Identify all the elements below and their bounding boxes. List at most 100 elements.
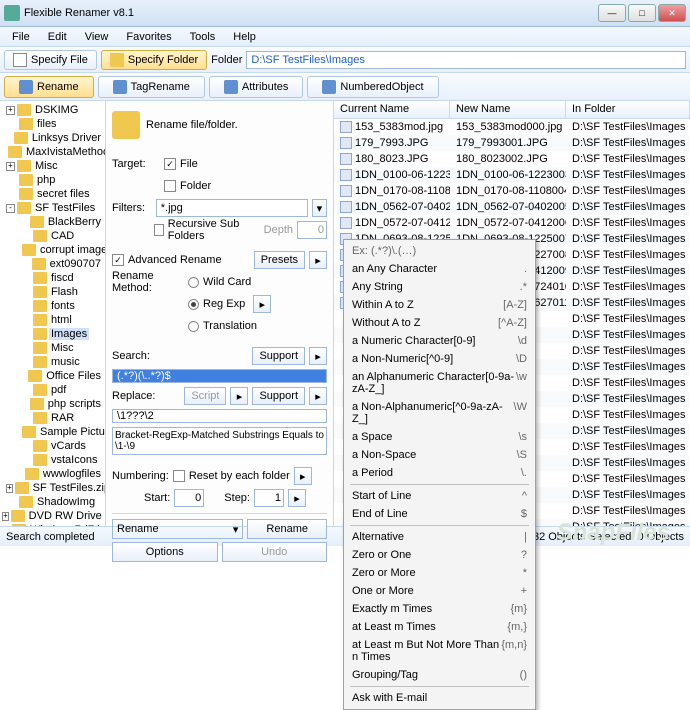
ctx-item[interactable]: Within A to Z[A-Z] xyxy=(346,296,533,314)
step-arrow-icon[interactable]: ▸ xyxy=(288,489,306,507)
ctx-item[interactable]: a Period\. xyxy=(346,464,533,482)
tree-item[interactable]: vstaIcons xyxy=(2,453,103,467)
tree-item[interactable]: +DVD RW Drive xyxy=(2,509,103,523)
ctx-item[interactable]: Alternative| xyxy=(346,528,533,546)
filters-input[interactable] xyxy=(156,199,308,217)
regexp-arrow-icon[interactable]: ▸ xyxy=(253,295,271,313)
tree-item[interactable]: +Windows7 (F:) xyxy=(2,523,103,526)
ctx-item[interactable]: a Non-Numeric[^0-9]\D xyxy=(346,350,533,368)
tree-item[interactable]: Flash xyxy=(2,285,103,299)
tree-item[interactable]: fiscd xyxy=(2,271,103,285)
ctx-item[interactable]: at Least m Times{m,} xyxy=(346,618,533,636)
tree-item[interactable]: php scripts xyxy=(2,397,103,411)
tree-item[interactable]: Office Files xyxy=(2,369,103,383)
tree-item[interactable]: Linksys Driver xyxy=(2,131,103,145)
script-button[interactable]: Script xyxy=(184,387,226,405)
undo-button[interactable]: Undo xyxy=(222,542,328,562)
menu-view[interactable]: View xyxy=(77,29,117,45)
ctx-item[interactable]: a Non-Space\S xyxy=(346,446,533,464)
menu-edit[interactable]: Edit xyxy=(40,29,75,45)
replace-support-arrow-icon[interactable]: ▸ xyxy=(309,387,327,405)
menu-help[interactable]: Help xyxy=(225,29,264,45)
ctx-item[interactable]: at Least m But Not More Than n Times{m,n… xyxy=(346,636,533,666)
tree-item[interactable]: wwwlogfiles xyxy=(2,467,103,481)
tree-item[interactable]: Misc xyxy=(2,341,103,355)
ctx-item[interactable]: a Space\s xyxy=(346,428,533,446)
depth-input[interactable] xyxy=(297,221,327,239)
numbering-arrow-icon[interactable]: ▸ xyxy=(294,467,312,485)
search-support-button[interactable]: Support xyxy=(252,347,305,365)
step-input[interactable] xyxy=(254,489,284,507)
tree-item[interactable]: CAD xyxy=(2,229,103,243)
col-new-name[interactable]: New Name xyxy=(450,101,566,118)
list-row[interactable]: 153_5383mod.jpg153_5383mod000.jpgD:\SF T… xyxy=(334,119,690,135)
close-button[interactable]: ✕ xyxy=(658,4,686,22)
tree-toggle-icon[interactable]: - xyxy=(6,204,15,213)
replace-support-button[interactable]: Support xyxy=(252,387,305,405)
tree-toggle-icon[interactable]: + xyxy=(6,162,15,171)
col-in-folder[interactable]: In Folder xyxy=(566,101,690,118)
ctx-item[interactable]: Zero or More* xyxy=(346,564,533,582)
tree-item[interactable]: -SF TestFiles xyxy=(2,201,103,215)
advanced-checkbox[interactable] xyxy=(112,254,124,266)
list-row[interactable]: 180_8023.JPG180_8023002.JPGD:\SF TestFil… xyxy=(334,151,690,167)
tree-item[interactable]: BlackBerry xyxy=(2,215,103,229)
tree-item[interactable]: ext090707 xyxy=(2,257,103,271)
ctx-item[interactable]: Without A to Z[^A-Z] xyxy=(346,314,533,332)
tree-item[interactable]: corrupt images xyxy=(2,243,103,257)
method-regexp-radio[interactable] xyxy=(188,299,199,310)
script-arrow-icon[interactable]: ▸ xyxy=(230,387,248,405)
folder-tree[interactable]: +DSKIMGfilesLinksys DriverMaxIvistaMetho… xyxy=(0,101,106,526)
tree-item[interactable]: vCards xyxy=(2,439,103,453)
tree-item[interactable]: secret files xyxy=(2,187,103,201)
maximize-button[interactable]: □ xyxy=(628,4,656,22)
tree-item[interactable]: music xyxy=(2,355,103,369)
reset-folder-checkbox[interactable] xyxy=(173,470,185,482)
tree-toggle-icon[interactable]: + xyxy=(2,512,9,521)
recursive-checkbox[interactable] xyxy=(154,224,164,236)
ctx-item[interactable]: Any String.* xyxy=(346,278,533,296)
presets-arrow-icon[interactable]: ▸ xyxy=(309,251,327,269)
method-wildcard-radio[interactable] xyxy=(188,277,199,288)
search-support-arrow-icon[interactable]: ▸ xyxy=(309,347,327,365)
tree-item[interactable]: Sample Pictures xyxy=(2,425,103,439)
tree-toggle-icon[interactable]: + xyxy=(2,526,10,527)
ctx-item[interactable]: Zero or One? xyxy=(346,546,533,564)
tree-item[interactable]: RAR xyxy=(2,411,103,425)
ctx-item[interactable]: Start of Line^ xyxy=(346,487,533,505)
options-button[interactable]: Options xyxy=(112,542,218,562)
list-row[interactable]: 1DN_0572-07-0412.JPG1DN_0572-07-0412006.… xyxy=(334,215,690,231)
start-input[interactable] xyxy=(174,489,204,507)
list-row[interactable]: 179_7993.JPG179_7993001.JPGD:\SF TestFil… xyxy=(334,135,690,151)
target-file-checkbox[interactable] xyxy=(164,158,176,170)
presets-button[interactable]: Presets xyxy=(254,251,305,269)
search-input[interactable] xyxy=(112,369,327,383)
tree-toggle-icon[interactable]: + xyxy=(6,106,15,115)
list-row[interactable]: 1DN_0170-08-1108.JPG1DN_0170-08-1108004.… xyxy=(334,183,690,199)
replace-input[interactable] xyxy=(112,409,327,423)
folder-path-input[interactable] xyxy=(246,51,686,69)
ctx-item[interactable]: Ask with E-mail xyxy=(346,689,533,707)
menu-tools[interactable]: Tools xyxy=(182,29,224,45)
method-translation-radio[interactable] xyxy=(188,321,199,332)
tree-item[interactable]: MaxIvistaMethod xyxy=(2,145,103,159)
filters-dropdown-icon[interactable]: ▾ xyxy=(312,199,327,217)
tree-item[interactable]: php xyxy=(2,173,103,187)
tab-numbered-object[interactable]: NumberedObject xyxy=(307,76,438,98)
menu-file[interactable]: File xyxy=(4,29,38,45)
specify-file-button[interactable]: Specify File xyxy=(4,50,97,70)
ctx-item[interactable]: an Alphanumeric Character[0-9a-zA-Z_]\w xyxy=(346,368,533,398)
tree-item[interactable]: fonts xyxy=(2,299,103,313)
target-folder-checkbox[interactable] xyxy=(164,180,176,192)
tree-item[interactable]: Images xyxy=(2,327,103,341)
ctx-item[interactable]: Exactly m Times{m} xyxy=(346,600,533,618)
tab-attributes[interactable]: Attributes xyxy=(209,76,303,98)
tree-item[interactable]: files xyxy=(2,117,103,131)
ctx-item[interactable]: a Numeric Character[0-9]\d xyxy=(346,332,533,350)
ctx-item[interactable]: an Any Character. xyxy=(346,260,533,278)
col-current-name[interactable]: Current Name xyxy=(334,101,450,118)
ctx-item[interactable]: Grouping/Tag() xyxy=(346,666,533,684)
tree-toggle-icon[interactable]: + xyxy=(6,484,13,493)
tree-item[interactable]: +DSKIMG xyxy=(2,103,103,117)
specify-folder-button[interactable]: Specify Folder xyxy=(101,50,207,70)
